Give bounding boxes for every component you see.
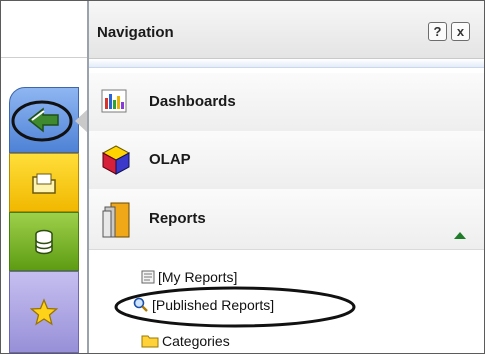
left-divider — [1, 57, 87, 58]
document-icon — [141, 270, 155, 284]
nav-item-olap[interactable]: OLAP — [89, 131, 484, 190]
folder-tab-icon — [32, 173, 56, 194]
close-button[interactable]: x — [451, 22, 470, 41]
reports-book-icon — [102, 202, 130, 238]
panel-title: Navigation — [97, 24, 174, 41]
navigation-screenshot: Navigation ? x Dashboards OLAP Reports [… — [0, 0, 485, 354]
tree-item-label: [My Reports] — [158, 269, 238, 285]
nav-item-reports[interactable]: Reports — [89, 189, 484, 250]
panel-header: Navigation ? x — [89, 1, 484, 59]
tab-data[interactable] — [9, 212, 79, 271]
tree-item-my-reports[interactable]: [My Reports] — [141, 269, 237, 285]
tree-item-label: Categories — [162, 333, 230, 349]
tree-item-categories[interactable]: Categories — [141, 333, 230, 349]
tab-files[interactable] — [9, 153, 79, 212]
database-icon — [35, 229, 53, 254]
help-button[interactable]: ? — [428, 22, 447, 41]
nav-item-label: Reports — [149, 210, 206, 227]
nav-item-dashboards[interactable]: Dashboards — [89, 73, 484, 132]
star-icon — [30, 298, 58, 326]
panel-separator — [89, 59, 484, 68]
nav-item-label: OLAP — [149, 151, 191, 168]
highlight-circle-published-reports — [114, 286, 356, 328]
bar-chart-icon — [101, 89, 127, 113]
highlight-circle-nav-tab — [11, 100, 73, 142]
tab-favorites[interactable] — [9, 271, 79, 353]
folder-icon — [141, 335, 159, 348]
nav-item-label: Dashboards — [149, 93, 236, 110]
olap-cube-icon — [101, 145, 131, 175]
collapse-arrow-icon[interactable] — [453, 230, 467, 240]
